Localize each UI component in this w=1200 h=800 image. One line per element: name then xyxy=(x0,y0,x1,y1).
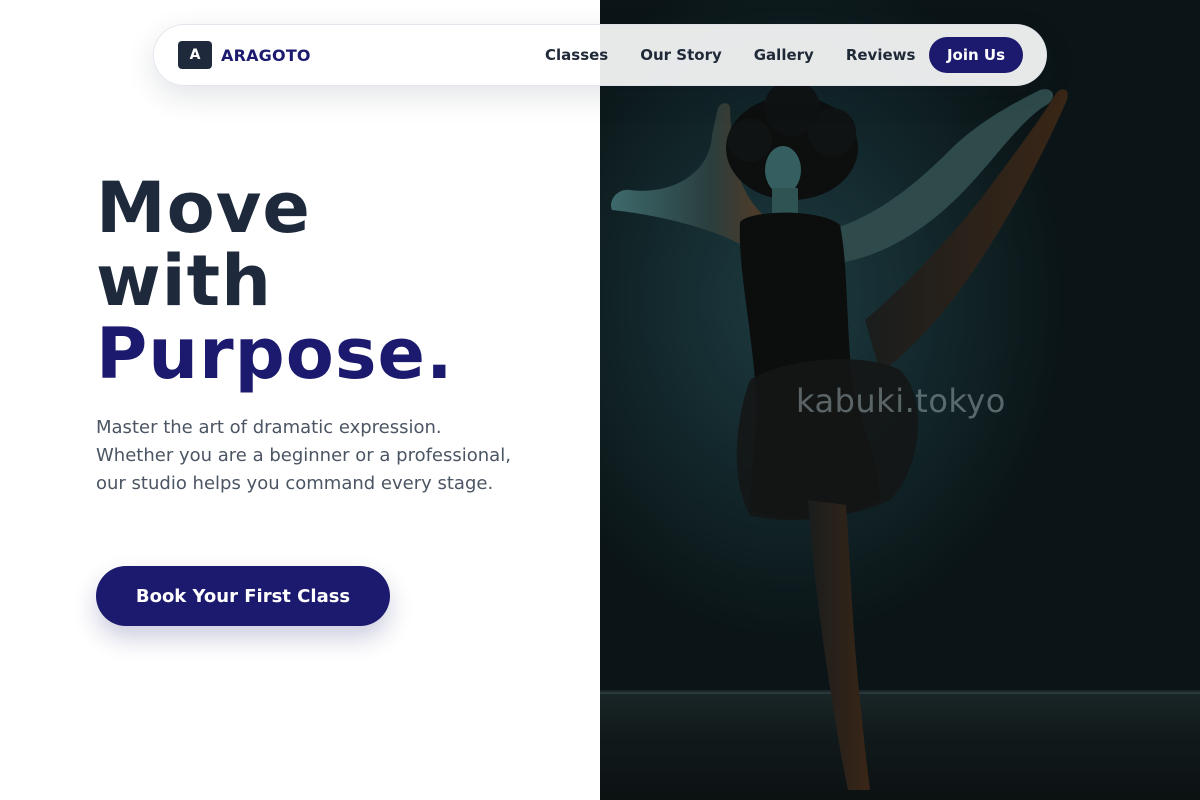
brand-name: ARAGOTO xyxy=(221,45,311,65)
join-us-button[interactable]: Join Us xyxy=(929,37,1023,73)
hero-description: Master the art of dramatic expression. W… xyxy=(96,417,511,494)
watermark-text: kabuki.tokyo xyxy=(796,382,1006,420)
landing-page: kabuki.tokyo A ARAGOTO Classes Our Story… xyxy=(0,0,1200,800)
hero-title-line-3: Purpose. xyxy=(96,313,454,395)
hero-title-line-2: with xyxy=(96,240,272,322)
brand-logo[interactable]: A ARAGOTO xyxy=(178,41,311,69)
nav-link-reviews[interactable]: Reviews xyxy=(846,46,916,64)
hero-title: Move with Purpose. xyxy=(96,172,454,391)
top-navbar: A ARAGOTO Classes Our Story Gallery Revi… xyxy=(153,24,1047,86)
nav-link-gallery[interactable]: Gallery xyxy=(754,46,814,64)
nav-links: Classes Our Story Gallery Reviews xyxy=(545,25,947,85)
nav-link-our-story[interactable]: Our Story xyxy=(640,46,722,64)
brand-mark: A xyxy=(178,41,212,69)
hero-photo: kabuki.tokyo xyxy=(600,0,1200,800)
nav-link-classes[interactable]: Classes xyxy=(545,46,608,64)
book-first-class-button[interactable]: Book Your First Class xyxy=(96,566,390,626)
hero-title-line-1: Move xyxy=(96,167,311,249)
